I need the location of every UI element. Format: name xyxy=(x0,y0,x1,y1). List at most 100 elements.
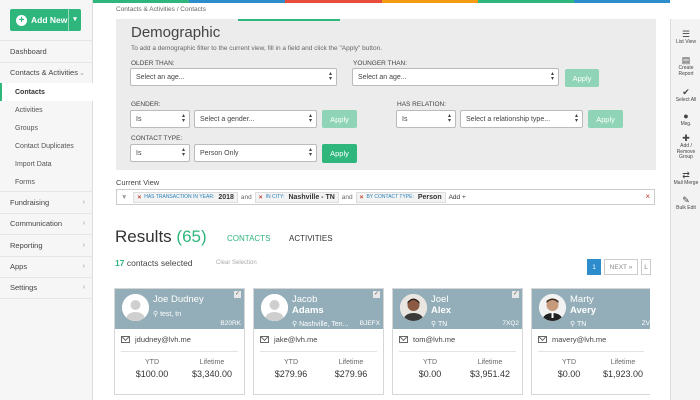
card-header: Joe Dudney ⚲ test, tn B20RK ✓ xyxy=(115,289,244,329)
younger-than-select[interactable]: Select an age... ▴ ▾ xyxy=(352,68,559,86)
add-filter-button[interactable]: Add + xyxy=(449,194,466,201)
sidebar-subitem-groups[interactable]: Groups xyxy=(0,119,93,137)
chip-value: Person xyxy=(417,193,442,201)
sidebar-item-label: Apps xyxy=(10,262,28,272)
select-arrows-icon: ▴ ▾ xyxy=(550,71,554,82)
select-arrows-icon: ▴ ▾ xyxy=(447,113,451,124)
contact-card[interactable]: Jacob Adams ⚲ Nashville, Ten... BJEFX ✓ … xyxy=(253,288,384,395)
filter-description: To add a demographic filter to the curre… xyxy=(131,45,383,52)
sidebar-item-communication[interactable]: Communication › xyxy=(0,212,93,235)
sidebar-subitem-import-data[interactable]: Import Data xyxy=(0,155,93,173)
color-segment xyxy=(477,0,574,3)
ytd-stat: YTD $279.96 xyxy=(266,359,316,379)
divider xyxy=(260,351,377,352)
message-button[interactable]: ● Msg. xyxy=(671,111,700,128)
older-than-select[interactable]: Select an age... ▴ ▾ xyxy=(130,68,337,86)
lifetime-stat: Lifetime $3,951.42 xyxy=(461,359,519,379)
remove-chip-icon[interactable]: × xyxy=(137,194,141,201)
clear-selection-link[interactable]: Clear Selection xyxy=(216,260,257,266)
contact-location: ⚲ TN xyxy=(431,321,448,328)
relationship-type-select[interactable]: Select a relationship type... ▴ ▾ xyxy=(460,110,583,128)
tab-contacts[interactable]: CONTACTS xyxy=(227,234,270,243)
apply-relation-button[interactable]: Apply xyxy=(588,110,623,128)
select-checkbox[interactable]: ✓ xyxy=(373,291,380,298)
contact-name[interactable]: Jacob Adams xyxy=(292,294,324,316)
last-page-button[interactable]: L xyxy=(641,259,651,275)
sidebar-item-fundraising[interactable]: Fundraising › xyxy=(0,191,93,213)
lifetime-label: Lifetime xyxy=(477,359,503,366)
contact-email[interactable]: tom@lvh.me xyxy=(399,335,455,344)
next-page-button[interactable]: NEXT » xyxy=(604,259,638,275)
contact-card[interactable]: Joel Alex ⚲ TN 7XQ2 ✓ tom@lvh.me YTD $0.0… xyxy=(392,288,523,395)
apply-gender-button[interactable]: Apply xyxy=(322,110,357,128)
active-filter-tab-indicator xyxy=(238,19,340,21)
right-action-toolbar: ☰ List View ▤ Create Report ✔ Select All ● M… xyxy=(670,19,700,400)
toolbar-label: Add / Remove Group xyxy=(676,143,696,160)
ytd-label: YTD xyxy=(562,359,576,366)
remove-chip-icon[interactable]: × xyxy=(360,194,364,201)
plus-icon: + xyxy=(16,14,27,26)
select-all-button[interactable]: ✔ Select All xyxy=(671,87,700,104)
toolbar-label: List View xyxy=(676,39,696,45)
clear-filters-icon[interactable]: × xyxy=(645,192,650,201)
ytd-value: $100.00 xyxy=(135,369,169,379)
filter-chip: × IN CITY: Nashville - TN xyxy=(254,191,339,203)
gender-select[interactable]: Select a gender... ▴ ▾ xyxy=(194,110,317,128)
sidebar-item-dashboard[interactable]: Dashboard xyxy=(0,40,93,62)
select-checkbox[interactable]: ✓ xyxy=(234,291,241,298)
contact-name[interactable]: Joe Dudney xyxy=(153,294,204,305)
location-text: test, tn xyxy=(160,311,182,318)
breadcrumb[interactable]: Contacts & Activities / Contacts xyxy=(116,6,206,13)
list-view-button[interactable]: ☰ List View xyxy=(671,29,700,46)
apply-age-button[interactable]: Apply xyxy=(565,69,599,87)
contact-name[interactable]: Joel Alex xyxy=(431,294,451,316)
contact-type-operator-select[interactable]: Is ▴ ▾ xyxy=(130,144,190,162)
avatar xyxy=(261,294,288,321)
select-checkbox[interactable]: ✓ xyxy=(512,291,519,298)
sidebar-subitem-activities[interactable]: Activities xyxy=(0,101,93,119)
sidebar-subitem-contact-duplicates[interactable]: Contact Duplicates xyxy=(0,137,93,155)
envelope-icon xyxy=(121,336,130,343)
contact-email[interactable]: jake@lvh.me xyxy=(260,335,317,344)
contact-type-select[interactable]: Person Only ▴ ▾ xyxy=(194,144,317,162)
sidebar-subitem-contacts[interactable]: Contacts xyxy=(0,83,93,101)
email-text: tom@lvh.me xyxy=(413,335,456,344)
remove-chip-icon[interactable]: × xyxy=(259,194,263,201)
sidebar-item-label: Contacts & Activities xyxy=(10,68,78,78)
page-button-current[interactable]: 1 xyxy=(587,259,601,275)
divider xyxy=(121,351,238,352)
sidebar-item-contacts-activities[interactable]: Contacts & Activities ⌄ xyxy=(0,61,93,84)
bulk-edit-button[interactable]: ✎ Bulk Edit xyxy=(671,195,700,212)
sidebar-item-reporting[interactable]: Reporting › xyxy=(0,234,93,256)
select-arrows-icon: ▴ ▾ xyxy=(308,147,312,158)
sidebar-item-settings[interactable]: Settings › xyxy=(0,277,93,299)
older-than-value: Select an age... xyxy=(136,73,185,81)
email-text: jake@lvh.me xyxy=(274,335,318,344)
contact-type-operator-value: Is xyxy=(136,149,142,157)
gender-operator-select[interactable]: Is ▴ ▾ xyxy=(130,110,190,128)
contact-email[interactable]: jdudney@lvh.me xyxy=(121,335,191,344)
filter-chip: × HAS TRANSACTION IN YEAR: 2018 xyxy=(133,191,238,203)
contact-name[interactable]: Marty Avery xyxy=(570,294,596,316)
lifetime-value: $3,340.00 xyxy=(191,369,233,379)
apply-contact-type-button[interactable]: Apply xyxy=(322,144,357,163)
contact-card[interactable]: Joe Dudney ⚲ test, tn B20RK ✓ jdudney@lv… xyxy=(114,288,245,395)
contact-email[interactable]: mavery@lvh.me xyxy=(538,335,606,344)
select-arrows-icon: ▴ ▾ xyxy=(328,71,332,82)
mail-merge-button[interactable]: ⇄ Mail Merge xyxy=(671,170,700,187)
sidebar-item-apps[interactable]: Apps › xyxy=(0,255,93,278)
create-report-button[interactable]: ▤ Create Report xyxy=(671,55,700,77)
sidebar-item-label: Reporting xyxy=(10,240,43,250)
contact-first-name: Marty xyxy=(570,294,594,305)
relation-operator-select[interactable]: Is ▴ ▾ xyxy=(396,110,456,128)
chevron-down-icon[interactable]: ▾ xyxy=(68,9,81,31)
chevron-right-icon: › xyxy=(82,241,85,249)
contact-card[interactable]: Marty Avery ⚲ TN ZV mavery@lvh.me YTD $0.… xyxy=(531,288,650,395)
ytd-stat: YTD $0.00 xyxy=(405,359,455,379)
sidebar-subitem-forms[interactable]: Forms xyxy=(0,173,93,191)
add-new-button[interactable]: + Add New ▾ xyxy=(10,9,81,31)
ytd-value: $0.00 xyxy=(418,369,442,379)
add-remove-group-button[interactable]: ✚ Add / Remove Group xyxy=(671,133,700,161)
sidebar-item-label: Fundraising xyxy=(10,197,50,207)
tab-activities[interactable]: ACTIVITIES xyxy=(289,234,333,243)
